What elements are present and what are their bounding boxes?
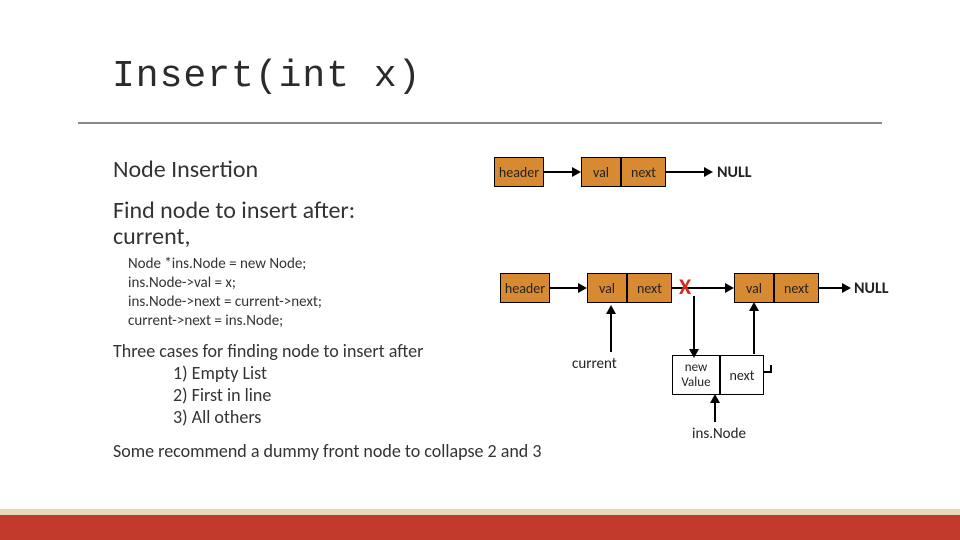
code-line-1: Node *ins.Node = new Node;	[128, 255, 322, 274]
insnode-label: ins.Node	[692, 425, 746, 443]
top-arrow-next-to-null-head	[704, 167, 713, 177]
code-line-2: ins.Node->val = x;	[128, 274, 322, 293]
subtitle-line1: Find node to insert after:	[113, 196, 355, 225]
top-arrow-header-to-val	[544, 171, 574, 173]
mid-val-box-2: val	[734, 273, 774, 303]
mid-header-box: header	[500, 273, 550, 303]
case-3: 3) All others	[173, 406, 423, 428]
divider	[78, 122, 882, 124]
top-next-box: next	[621, 157, 666, 187]
subtitle-node-insertion: Node Insertion	[113, 155, 258, 184]
code-line-3: ins.Node->next = current->next;	[128, 293, 322, 312]
top-arrow-next-to-null	[666, 171, 706, 173]
mid-arrow-header-to-val-head	[578, 283, 587, 293]
new-value-next-box: next	[720, 355, 764, 395]
hook-line-v	[770, 365, 772, 373]
mid-null-label: NULL	[854, 279, 889, 298]
mid-next-box-1: next	[627, 273, 672, 303]
up-arrow-head	[749, 302, 759, 311]
case-2: 2) First in line	[173, 384, 423, 406]
cases-block: Three cases for finding node to insert a…	[113, 340, 423, 428]
code-line-4: current->next = ins.Node;	[128, 312, 322, 331]
down-arrow-line	[693, 296, 695, 351]
top-val-box: val	[581, 157, 621, 187]
down-arrow-head	[689, 349, 699, 358]
top-null-label: NULL	[717, 163, 752, 182]
cases-header: Three cases for finding node to insert a…	[113, 340, 423, 362]
mid-arrow-header-to-val	[550, 287, 580, 289]
mid-val-box-1: val	[587, 273, 627, 303]
up-arrow-line	[753, 309, 755, 354]
insnode-arrow-head	[710, 394, 720, 403]
current-arrow-line	[610, 312, 612, 352]
slide: Insert(int x) Node Insertion Find node t…	[0, 0, 960, 540]
top-arrow-header-to-val-head	[572, 167, 581, 177]
case-1: 1) Empty List	[173, 362, 423, 384]
current-arrow-head	[606, 305, 616, 314]
current-label: current	[572, 355, 617, 373]
top-header-box: header	[494, 157, 544, 187]
slide-title: Insert(int x)	[112, 55, 421, 98]
cross-mark: X	[679, 273, 691, 300]
mid-arrow-next-to-val2-head	[725, 283, 734, 293]
mid-arrow-next2-to-null-head	[842, 283, 851, 293]
subtitle-find-node: Find node to insert after: current,	[113, 198, 355, 250]
code-block: Node *ins.Node = new Node; ins.Node->val…	[128, 255, 322, 331]
subtitle-line2: current,	[113, 222, 191, 251]
insnode-arrow-line	[714, 400, 716, 422]
new-value-box: new Value	[672, 355, 720, 395]
recommend-text: Some recommend a dummy front node to col…	[113, 440, 541, 462]
mid-next-box-2: next	[774, 273, 819, 303]
mid-arrow-next2-to-null	[819, 287, 844, 289]
footer-bar	[0, 515, 960, 540]
